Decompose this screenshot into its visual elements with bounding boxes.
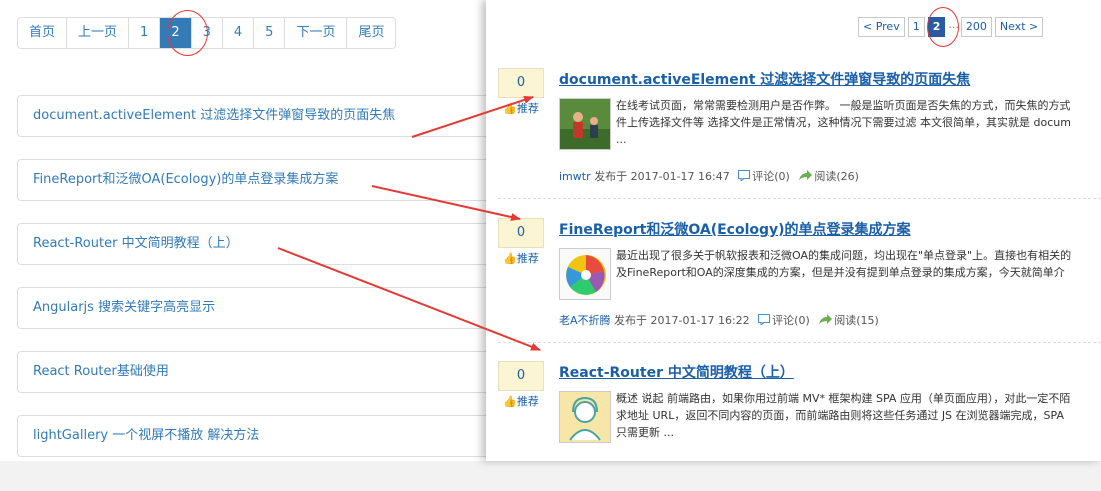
comment-icon bbox=[738, 170, 751, 184]
post-entry: 0 👍推荐 FineReport和泛微OA(Ecology)的单点登录集成方案 … bbox=[498, 218, 1098, 348]
post-thumbnail bbox=[559, 391, 611, 443]
next-page-button[interactable]: Next > bbox=[994, 17, 1044, 37]
post-summary: 概述 说起 前端路由，如果你用过前端 MV* 框架构建 SPA 应用（单页面应用… bbox=[616, 392, 1071, 439]
list-item[interactable]: lightGallery 一个视屏不播放 解决方法 bbox=[17, 415, 486, 457]
page-prev-button[interactable]: 上一页 bbox=[66, 18, 129, 48]
recommend-label: 推荐 bbox=[516, 395, 539, 408]
recommend-label: 推荐 bbox=[516, 102, 539, 115]
post-entry: 0 👍推荐 document.activeElement 过滤选择文件弹窗导致的… bbox=[498, 68, 1098, 198]
page-1-link[interactable]: 1 bbox=[907, 17, 925, 37]
post-summary: 最近出现了很多关于帆软报表和泛微OA的集成问题，均出现在"单点登录"上。直接也有… bbox=[616, 249, 1072, 279]
digg-count: 0 bbox=[498, 361, 544, 391]
thumbs-up-icon: 👍 bbox=[503, 252, 517, 265]
post-meta: 老A不折腾 发布于 2017-01-17 16:22 评论(0) 阅读(15) bbox=[559, 312, 879, 328]
post-thumbnail bbox=[559, 98, 611, 150]
current-page: 2 bbox=[927, 17, 946, 37]
page-4-button[interactable]: 4 bbox=[221, 18, 254, 48]
left-panel: 首页 上一页 1 2 3 4 5 下一页 尾页 document.activeE… bbox=[0, 0, 486, 461]
page-2-button[interactable]: 2 bbox=[159, 18, 191, 48]
read-arrow-icon bbox=[818, 314, 833, 328]
comment-icon bbox=[758, 314, 771, 328]
digg-count: 0 bbox=[498, 68, 544, 98]
page-5-button[interactable]: 5 bbox=[253, 18, 285, 48]
prev-page-button[interactable]: < Prev bbox=[858, 17, 905, 37]
list-item[interactable]: React Router基础使用 bbox=[17, 351, 486, 393]
post-entry: 0 👍推荐 React-Router 中文简明教程（上） 概述 说起 前端路由，… bbox=[498, 361, 1098, 491]
post-date: 发布于 2017-01-17 16:22 bbox=[614, 314, 750, 327]
post-title-link[interactable]: document.activeElement 过滤选择文件弹窗导致的页面失焦 bbox=[559, 69, 970, 89]
post-date: 发布于 2017-01-17 16:47 bbox=[594, 170, 730, 183]
recommend-label: 推荐 bbox=[516, 252, 539, 265]
color-wheel-icon bbox=[560, 249, 610, 299]
page-last-button[interactable]: 尾页 bbox=[346, 18, 396, 48]
post-title-link[interactable]: FineReport和泛微OA(Ecology)的单点登录集成方案 bbox=[559, 219, 911, 239]
avatar-headset-icon bbox=[560, 392, 610, 442]
thumbs-up-icon: 👍 bbox=[503, 395, 517, 408]
digg-count: 0 bbox=[498, 218, 544, 248]
post-meta: imwtr 发布于 2017-01-17 16:47 评论(0) 阅读(26) bbox=[559, 168, 859, 184]
post-thumbnail bbox=[559, 248, 611, 300]
thumbs-up-icon: 👍 bbox=[503, 102, 517, 115]
post-divider bbox=[498, 198, 1101, 199]
list-item[interactable]: Angularjs 搜索关键字高亮显示 bbox=[17, 287, 486, 329]
author-link[interactable]: 老A不折腾 bbox=[559, 314, 611, 327]
comments-link[interactable]: 评论(0) bbox=[772, 314, 810, 327]
right-panel: < Prev 1 2 ··· 200 Next > 0 👍推荐 document… bbox=[486, 0, 1101, 461]
children-photo-icon bbox=[560, 99, 610, 149]
page-first-button[interactable]: 首页 bbox=[18, 18, 67, 48]
left-pagination: 首页 上一页 1 2 3 4 5 下一页 尾页 bbox=[17, 17, 397, 49]
reads-link[interactable]: 阅读(26) bbox=[814, 170, 859, 183]
read-arrow-icon bbox=[798, 170, 813, 184]
reads-link[interactable]: 阅读(15) bbox=[834, 314, 879, 327]
page-200-link[interactable]: 200 bbox=[960, 17, 992, 37]
pagination-ellipsis: ··· bbox=[948, 20, 959, 34]
recommend-button[interactable]: 👍推荐 bbox=[498, 100, 544, 118]
recommend-button[interactable]: 👍推荐 bbox=[498, 393, 544, 411]
list-item[interactable]: React-Router 中文简明教程（上） bbox=[17, 223, 486, 265]
page-1-button[interactable]: 1 bbox=[128, 18, 160, 48]
comments-link[interactable]: 评论(0) bbox=[752, 170, 790, 183]
recommend-button[interactable]: 👍推荐 bbox=[498, 250, 544, 268]
post-summary: 在线考试页面，常常需要检测用户是否作弊。 一般是监听页面是否失焦的方式，而失焦的… bbox=[616, 99, 1071, 146]
right-pagination: < Prev 1 2 ··· 200 Next > bbox=[858, 17, 1046, 37]
article-list: document.activeElement 过滤选择文件弹窗导致的页面失焦 F… bbox=[17, 95, 486, 479]
digg-box: 0 👍推荐 bbox=[498, 218, 544, 268]
author-link[interactable]: imwtr bbox=[559, 170, 591, 183]
list-item[interactable]: document.activeElement 过滤选择文件弹窗导致的页面失焦 bbox=[17, 95, 486, 137]
list-item[interactable]: FineReport和泛微OA(Ecology)的单点登录集成方案 bbox=[17, 159, 486, 201]
page-3-button[interactable]: 3 bbox=[190, 18, 222, 48]
post-title-link[interactable]: React-Router 中文简明教程（上） bbox=[559, 362, 794, 382]
digg-box: 0 👍推荐 bbox=[498, 361, 544, 411]
post-divider bbox=[498, 342, 1101, 343]
page-next-button[interactable]: 下一页 bbox=[284, 18, 347, 48]
digg-box: 0 👍推荐 bbox=[498, 68, 544, 118]
